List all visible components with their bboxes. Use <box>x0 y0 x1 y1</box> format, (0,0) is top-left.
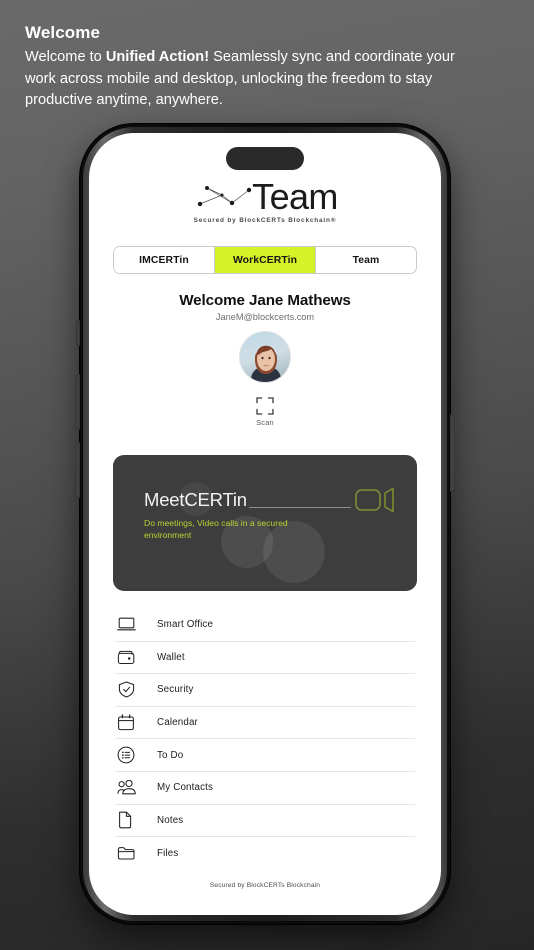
tab-team[interactable]: Team <box>316 247 416 273</box>
tab-workcertin[interactable]: WorkCERTin <box>215 247 316 273</box>
main-menu-list: Smart Office Wallet Security Calendar To… <box>113 609 417 870</box>
menu-item-label: Smart Office <box>157 619 214 631</box>
segmented-tab-bar: IMCERTin WorkCERTin Team <box>113 246 417 274</box>
menu-item-to-do[interactable]: To Do <box>115 739 415 772</box>
page-title: Welcome <box>25 23 101 42</box>
phone-mockup: Team Secured by BlockCERTs Blockchain® I… <box>75 124 455 924</box>
laptop-icon <box>115 617 145 632</box>
checklist-circle-icon <box>115 746 145 764</box>
logo-row: Team <box>192 179 338 215</box>
app-footer-note: Secured by BlockCERTs Blockchain <box>209 882 321 889</box>
menu-item-smart-office[interactable]: Smart Office <box>115 609 415 642</box>
video-camera-icon[interactable] <box>355 487 395 513</box>
user-profile-section: Welcome Jane Mathews JaneM@blockcerts.co… <box>113 292 417 383</box>
dynamic-island <box>226 147 304 170</box>
card-subtitle: Do meetings, Video calls in a secured en… <box>144 518 288 541</box>
menu-item-wallet[interactable]: Wallet <box>115 642 415 675</box>
menu-item-my-contacts[interactable]: My Contacts <box>115 772 415 805</box>
welcome-banner: Welcome Welcome to Unified Action! Seaml… <box>25 22 514 111</box>
menu-item-label: Security <box>157 684 194 696</box>
calendar-icon <box>115 714 145 731</box>
menu-item-label: Files <box>157 847 179 859</box>
app-screen-content: Team Secured by BlockCERTs Blockchain® I… <box>89 133 441 915</box>
silent-switch-button[interactable] <box>76 320 80 346</box>
scan-action[interactable]: Scan <box>113 397 417 427</box>
tab-imcertin[interactable]: IMCERTin <box>114 247 215 273</box>
folder-icon <box>115 845 145 861</box>
wallet-icon <box>115 650 145 665</box>
card-header-row: MeetCERTin <box>144 487 395 513</box>
user-email: JaneM@blockcerts.com <box>215 312 315 322</box>
menu-item-files[interactable]: Files <box>115 837 415 870</box>
card-title: MeetCERTin <box>144 489 247 510</box>
power-button[interactable] <box>450 414 455 492</box>
menu-item-label: Calendar <box>157 717 198 729</box>
menu-item-notes[interactable]: Notes <box>115 805 415 838</box>
volume-up-button[interactable] <box>75 374 80 430</box>
menu-item-label: My Contacts <box>157 782 214 794</box>
user-greeting: Welcome Jane Mathews <box>179 292 351 309</box>
welcome-text-prefix: Welcome to <box>25 49 106 66</box>
welcome-description: Welcome to Unified Action! Seamlessly sy… <box>25 47 480 111</box>
card-divider-line <box>248 507 351 508</box>
logo-tagline: Secured by BlockCERTs Blockchain® <box>193 217 337 224</box>
menu-item-security[interactable]: Security <box>115 674 415 707</box>
meetcertin-card[interactable]: MeetCERTin Do meetings, Video calls in a… <box>113 455 417 591</box>
user-avatar-photo <box>240 332 290 382</box>
scan-label: Scan <box>256 418 274 427</box>
document-page-icon <box>115 811 145 829</box>
welcome-text-bold: Unified Action! <box>105 49 210 66</box>
menu-item-label: Notes <box>157 814 184 826</box>
logo-wordmark: Team <box>252 176 338 217</box>
shield-check-icon <box>115 681 145 699</box>
constellation-network-icon <box>197 186 252 207</box>
menu-item-calendar[interactable]: Calendar <box>115 707 415 740</box>
contacts-people-icon <box>115 779 145 796</box>
menu-item-label: Wallet <box>157 651 185 663</box>
menu-item-label: To Do <box>157 749 184 761</box>
avatar[interactable] <box>239 331 291 383</box>
phone-screen: Team Secured by BlockCERTs Blockchain® I… <box>89 133 441 915</box>
volume-down-button[interactable] <box>75 442 80 498</box>
scan-frame-icon <box>256 397 274 415</box>
app-logo: Team Secured by BlockCERTs Blockchain® <box>113 179 417 225</box>
